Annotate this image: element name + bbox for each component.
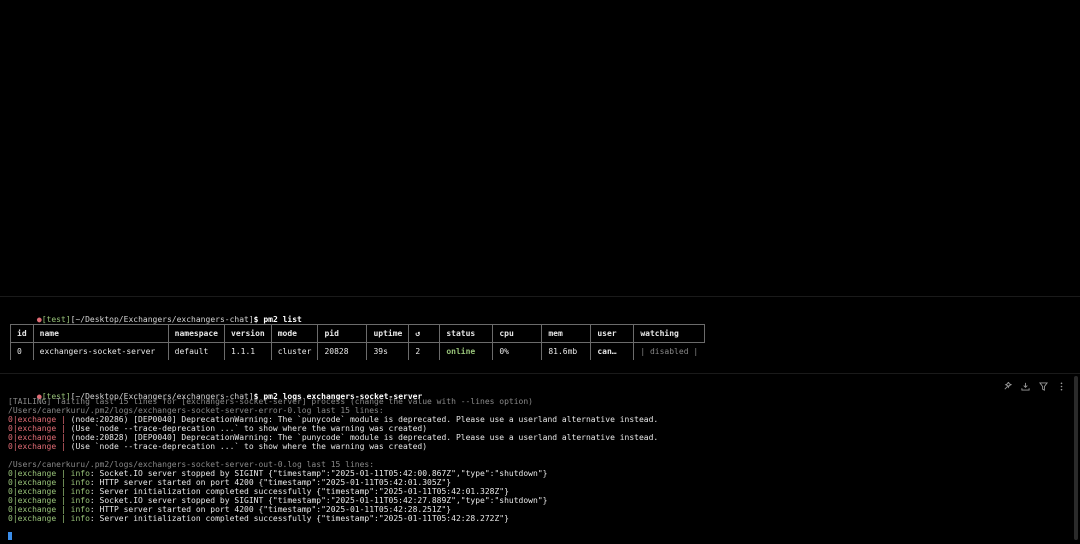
cell-user: can… [590, 342, 635, 360]
prompt-path: [~/Desktop/Exchangers/exchangers-chat] [70, 315, 254, 324]
log-message: : Server initialization completed succes… [89, 514, 509, 523]
terminal-toolbar [1003, 382, 1066, 391]
pm2-process-table: id name namespace version mode pid uptim… [10, 324, 705, 360]
table-row: 0 exchangers-socket-server default 1.1.1… [10, 342, 705, 360]
log-message: : Socket.IO server stopped by SIGINT {"t… [89, 469, 548, 478]
log-prefix: 0|exchange [8, 415, 57, 424]
log-message: (Use `node --trace-deprecation ...` to s… [70, 424, 428, 433]
log-message: : Server initialization completed succes… [89, 487, 509, 496]
log-prefix: 0|exchange [8, 478, 57, 487]
log-separator: | [56, 505, 71, 514]
cell-watching: | disabled | [633, 342, 705, 360]
prompt-tag: [test] [41, 315, 71, 324]
cell-mode: cluster [270, 342, 319, 360]
log-message: : Socket.IO server stopped by SIGINT {"t… [89, 496, 548, 505]
out-log-line: 0|exchange | info: Socket.IO server stop… [8, 469, 547, 478]
cell-uptime: 39s [366, 342, 410, 360]
filter-icon[interactable] [1039, 382, 1048, 391]
column-header: status [439, 324, 494, 343]
log-level: info [70, 514, 90, 523]
log-prefix: 0|exchange [8, 433, 57, 442]
log-level: info [70, 505, 90, 514]
scrollbar[interactable] [1074, 376, 1078, 540]
download-icon[interactable] [1021, 382, 1030, 391]
log-separator: | [56, 487, 71, 496]
log-prefix: 0|exchange [8, 496, 57, 505]
cell-cpu: 0% [492, 342, 543, 360]
cell-status: online [439, 342, 494, 360]
log-prefix: 0|exchange [8, 424, 57, 433]
column-header: uptime [366, 324, 410, 343]
table-header-row: id name namespace version mode pid uptim… [10, 324, 705, 343]
column-header: cpu [492, 324, 543, 343]
log-prefix: 0|exchange [8, 505, 57, 514]
error-log-line: 0|exchange | (Use `node --trace-deprecat… [8, 442, 427, 451]
column-header: name [32, 324, 169, 343]
column-header: version [224, 324, 272, 343]
log-message: : HTTP server started on port 4200 {"tim… [89, 505, 452, 514]
cell-name: exchangers-socket-server [32, 342, 169, 360]
log-level: info [70, 496, 90, 505]
error-log-line: 0|exchange | (node:20828) [DEP0040] Depr… [8, 433, 658, 442]
column-header: namespace [167, 324, 226, 343]
cell-namespace: default [167, 342, 226, 360]
cell-id: 0 [10, 342, 34, 360]
log-separator: | [56, 415, 71, 424]
cell-pid: 20828 [317, 342, 368, 360]
prompt-symbol: $ [253, 315, 259, 324]
column-header: id [10, 324, 34, 343]
error-log-line: 0|exchange | (node:20286) [DEP0040] Depr… [8, 415, 658, 424]
terminal-cursor [8, 532, 12, 540]
column-header: mode [270, 324, 319, 343]
log-prefix: 0|exchange [8, 487, 57, 496]
terminal-window[interactable]: ●[test][~/Desktop/Exchangers/exchangers-… [0, 0, 1080, 544]
more-vertical-icon[interactable] [1057, 382, 1066, 391]
log-separator: | [56, 433, 71, 442]
sparkle-icon[interactable] [1003, 382, 1012, 391]
log-level: info [70, 469, 90, 478]
cell-mem: 81.6mb [541, 342, 592, 360]
log-separator: | [56, 469, 71, 478]
command-text: pm2 list [263, 315, 302, 324]
column-header: user [590, 324, 635, 343]
error-log-line: 0|exchange | (Use `node --trace-deprecat… [8, 424, 427, 433]
terminal-pane-top[interactable] [0, 0, 1080, 297]
log-message: : HTTP server started on port 4200 {"tim… [89, 478, 452, 487]
prompt-line-logs: ●[test][~/Desktop/Exchangers/exchangers-… [8, 383, 422, 401]
column-header: watching [633, 324, 705, 343]
prompt-line-list: ●[test][~/Desktop/Exchangers/exchangers-… [8, 306, 302, 324]
log-level: info [70, 487, 90, 496]
out-log-line: 0|exchange | info: HTTP server started o… [8, 505, 451, 514]
out-log-file-line: /Users/canerkuru/.pm2/logs/exchangers-so… [8, 460, 375, 469]
log-separator: | [56, 478, 71, 487]
column-header: mem [541, 324, 592, 343]
out-log-line: 0|exchange | info: Server initialization… [8, 514, 509, 523]
out-log-line: 0|exchange | info: Socket.IO server stop… [8, 496, 547, 505]
log-prefix: 0|exchange [8, 442, 57, 451]
cell-restarts: 2 [408, 342, 441, 360]
log-separator: | [56, 424, 71, 433]
log-message: (node:20828) [DEP0040] DeprecationWarnin… [70, 433, 659, 442]
terminal-pane-pm2-logs[interactable]: ●[test][~/Desktop/Exchangers/exchangers-… [0, 374, 1080, 544]
error-log-file-line: /Users/canerkuru/.pm2/logs/exchangers-so… [8, 406, 384, 415]
log-prefix: 0|exchange [8, 469, 57, 478]
log-message: (Use `node --trace-deprecation ...` to s… [70, 442, 428, 451]
log-separator: | [56, 442, 71, 451]
cell-version: 1.1.1 [224, 342, 272, 360]
log-message: (node:20286) [DEP0040] DeprecationWarnin… [70, 415, 659, 424]
log-separator: | [56, 514, 71, 523]
terminal-pane-pm2-list[interactable]: ●[test][~/Desktop/Exchangers/exchangers-… [0, 297, 1080, 374]
column-header: ↺ [408, 324, 441, 343]
out-log-line: 0|exchange | info: Server initialization… [8, 487, 509, 496]
log-level: info [70, 478, 90, 487]
column-header: pid [317, 324, 368, 343]
log-prefix: 0|exchange [8, 514, 57, 523]
log-separator: | [56, 496, 71, 505]
out-log-line: 0|exchange | info: HTTP server started o… [8, 478, 451, 487]
tailing-line: [TAILING] Tailing last 15 lines for [exc… [8, 397, 533, 406]
